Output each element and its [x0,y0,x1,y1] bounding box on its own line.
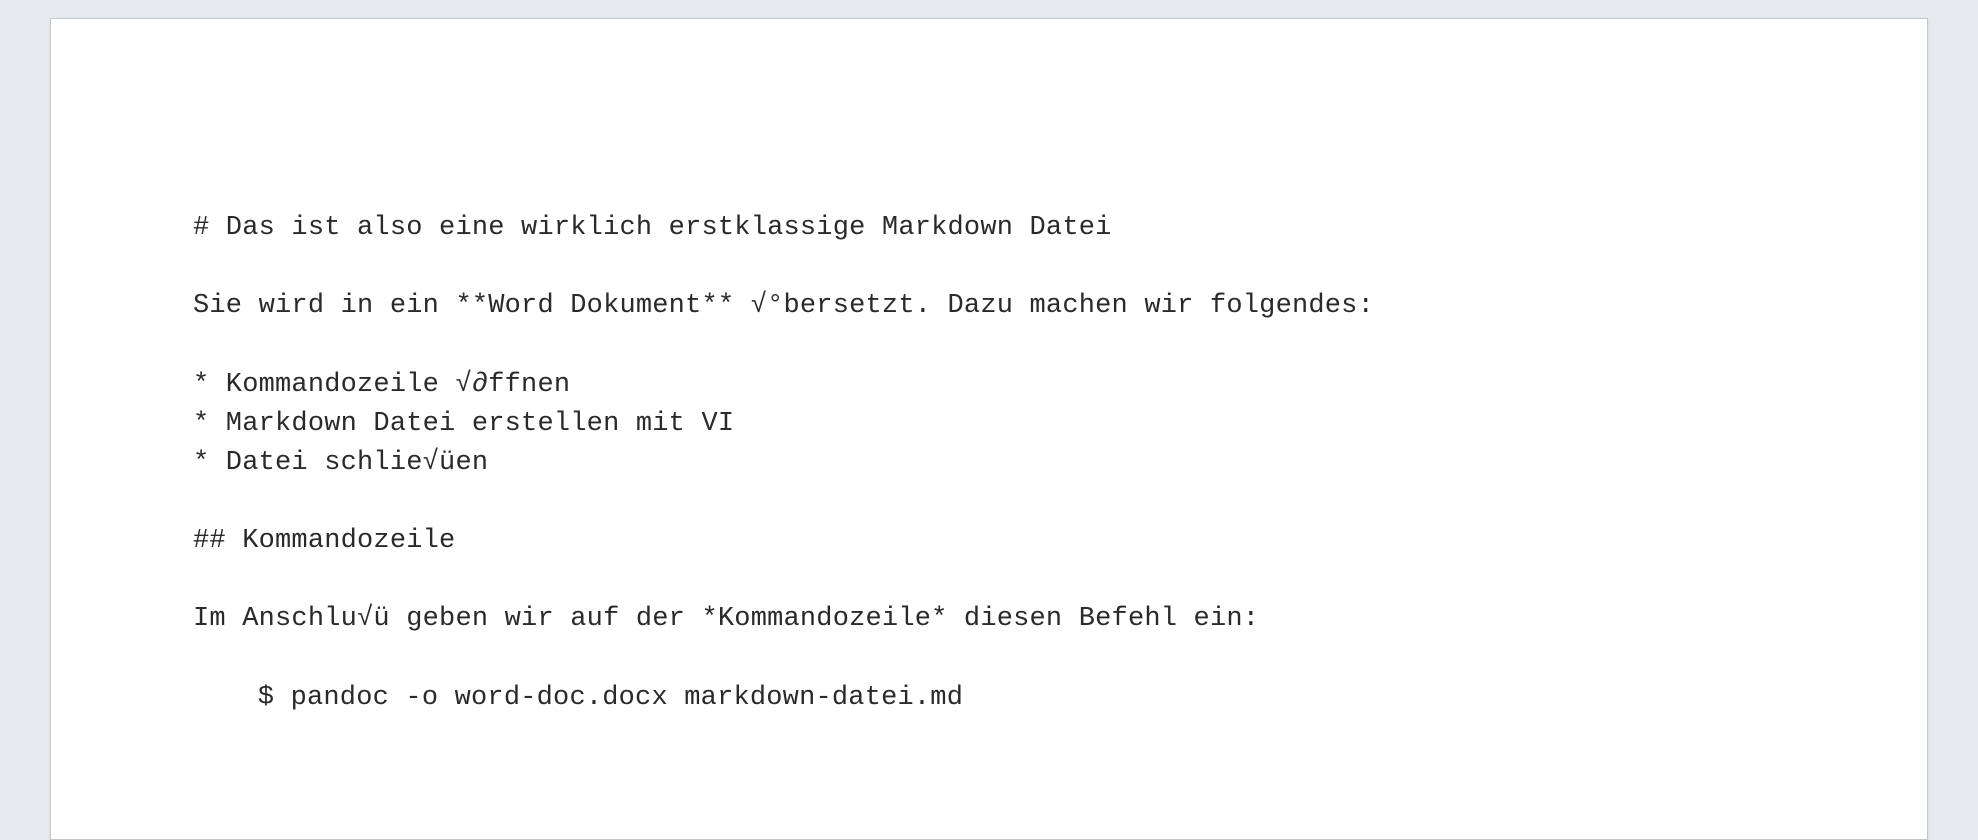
document-page: # Das ist also eine wirklich erstklassig… [50,18,1928,840]
list-item: * Markdown Datei erstellen mit VI [193,409,734,439]
list-item: * Kommandozeile √∂ffnen [193,370,570,400]
document-body: # Das ist also eine wirklich erstklassig… [193,209,1787,718]
list-item: * Datei schlie√üen [193,448,488,478]
heading-2: ## Kommandozeile [193,526,455,556]
paragraph-command: Im Anschlu√ü geben wir auf der *Kommando… [193,604,1259,634]
paragraph-intro: Sie wird in ein **Word Dokument** √°bers… [193,291,1374,321]
heading-1: # Das ist also eine wirklich erstklassig… [193,213,1112,243]
code-line: $ pandoc -o word-doc.docx markdown-datei… [193,679,963,718]
